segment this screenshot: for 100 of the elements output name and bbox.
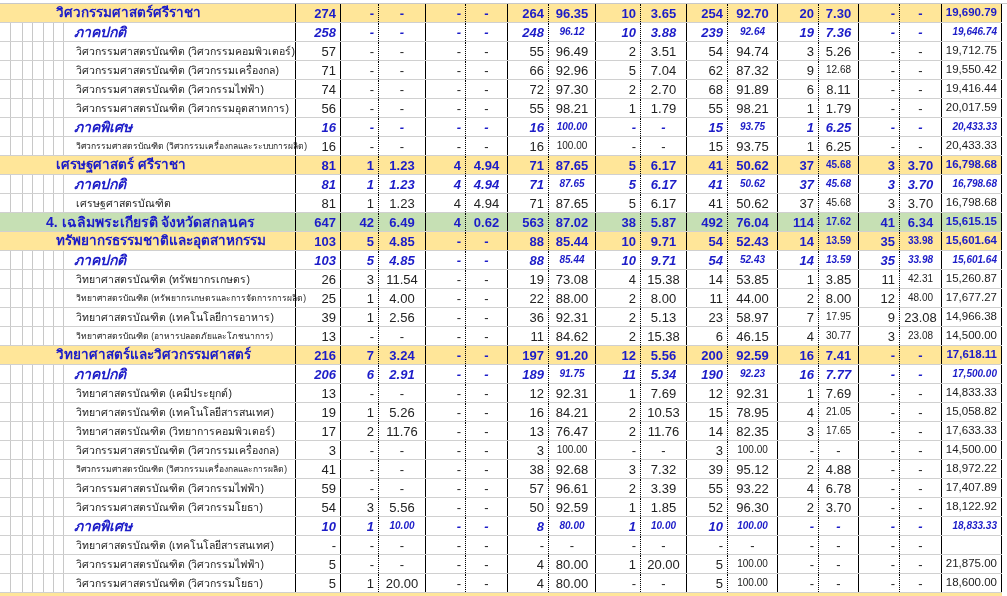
table-cell: 3 — [887, 329, 895, 343]
table-cell: 10.00 — [651, 521, 676, 531]
table-cell: 96.12 — [559, 27, 585, 37]
table-cell: - — [456, 538, 461, 552]
table-cell: - — [456, 386, 461, 400]
table-cell: 44.00 — [736, 291, 769, 305]
table-cell: - — [484, 272, 489, 286]
table-cell: - — [369, 557, 374, 571]
table-cell: 18,122.92 — [945, 501, 997, 513]
table-cell: - — [484, 367, 489, 381]
table-cell: 38 — [621, 215, 636, 229]
row-label: วิศวกรรมศาสตรบัณฑิต (วิศวกรรมโยธา) — [76, 501, 263, 513]
table-cell: 45.68 — [826, 198, 851, 208]
table-cell: 6 — [715, 329, 723, 343]
table-cell: 1.79 — [825, 101, 852, 115]
table-cell: - — [918, 462, 923, 476]
table-cell: 55 — [708, 101, 723, 115]
table-cell: - — [399, 557, 405, 571]
table-cell: 56 — [321, 101, 336, 115]
table-cell: - — [484, 310, 489, 324]
table-cell: - — [399, 25, 405, 39]
table-cell: 1 — [366, 519, 374, 533]
table-cell: 81 — [321, 177, 336, 191]
table-cell: 7.36 — [825, 25, 852, 39]
table-cell: 96.35 — [555, 6, 589, 20]
table-cell: 10.00 — [389, 521, 415, 531]
table-cell: 71 — [529, 196, 544, 210]
table-cell: 23.08 — [908, 331, 933, 341]
table-cell: 1 — [628, 101, 636, 115]
table-cell: - — [456, 367, 461, 381]
table-cell: 12 — [880, 291, 895, 305]
table-cell: 3.85 — [825, 272, 852, 286]
table-cell: - — [484, 253, 489, 267]
table-cell: 92.31 — [736, 386, 769, 400]
table-cell: - — [369, 101, 374, 115]
table-cell: 18,600.00 — [945, 577, 997, 589]
table-cell: 264 — [522, 6, 544, 20]
table-cell: 80.00 — [555, 557, 589, 571]
row-label: วิทยาศาสตรบัณฑิต (เทคโนโลยีสารสนเทศ) — [76, 406, 274, 418]
table-cell: 41 — [708, 158, 723, 172]
table-cell: - — [456, 519, 461, 533]
table-cell: 7.69 — [650, 386, 677, 400]
table-cell: 10 — [321, 519, 336, 533]
row-label: วิศวกรรมศาสตรบัณฑิต (วิศวกรรมไฟฟ้า) — [76, 83, 264, 95]
table-cell: 6 — [806, 82, 814, 96]
table-cell: 95.12 — [736, 462, 769, 476]
table-cell: 9 — [806, 63, 814, 77]
table-cell: 88 — [529, 234, 544, 248]
table-cell: 1 — [366, 177, 374, 191]
row-label: ภาคปกติ — [74, 367, 126, 381]
table-cell: - — [369, 329, 374, 343]
table-cell: 92.96 — [555, 63, 589, 77]
table-cell: - — [456, 424, 461, 438]
table-cell: 13 — [529, 424, 544, 438]
table-cell: 88.00 — [555, 291, 589, 305]
table-cell: - — [918, 443, 923, 457]
table-cell: 41 — [321, 462, 336, 476]
table-cell: 15 — [708, 405, 723, 419]
table-cell: 5 — [328, 557, 336, 571]
table-cell: - — [809, 443, 814, 457]
table-cell: 5.56 — [389, 500, 415, 514]
table-cell: 103 — [314, 234, 336, 248]
table-cell: 54 — [708, 253, 723, 267]
table-cell: 15,601.64 — [952, 255, 997, 265]
table-cell: - — [456, 557, 461, 571]
table-cell: 6.17 — [650, 177, 677, 191]
table-cell: 17.62 — [826, 217, 851, 227]
table-cell: - — [890, 443, 895, 457]
row-label: ภาคพิเศษ — [74, 519, 132, 533]
table-cell: 3 — [628, 462, 636, 476]
table-cell: - — [918, 538, 923, 552]
table-cell: 15 — [708, 120, 723, 134]
table-cell: 563 — [522, 215, 544, 229]
table-cell: 7 — [366, 348, 374, 362]
table-cell: 71 — [321, 63, 336, 77]
table-cell: 53.85 — [736, 272, 769, 286]
table-cell: 100.00 — [737, 521, 768, 531]
table-cell: 20.00 — [647, 557, 680, 571]
table-cell: - — [809, 519, 814, 533]
table-cell: - — [750, 538, 755, 552]
table-cell: - — [484, 348, 489, 362]
table-cell: - — [718, 538, 723, 552]
table-cell: - — [890, 25, 895, 39]
table-cell: 2 — [628, 44, 636, 58]
table-cell: - — [890, 120, 895, 134]
table-cell: 35 — [880, 253, 895, 267]
table-cell: 3 — [366, 272, 374, 286]
table-cell: 20,433.33 — [952, 122, 997, 132]
table-cell: 50.62 — [736, 158, 769, 172]
table-cell: 5 — [628, 158, 636, 172]
table-cell: 36 — [529, 310, 544, 324]
table-cell: 3 — [328, 443, 336, 457]
table-cell: 2 — [366, 424, 374, 438]
table-cell: - — [631, 120, 636, 134]
table-cell: - — [890, 348, 895, 362]
table-cell: 33.98 — [908, 255, 933, 265]
table-cell: 6.78 — [825, 481, 852, 495]
table-cell: 35 — [880, 234, 895, 248]
table-cell: 19 — [321, 405, 336, 419]
table-cell: 4.94 — [473, 177, 500, 191]
